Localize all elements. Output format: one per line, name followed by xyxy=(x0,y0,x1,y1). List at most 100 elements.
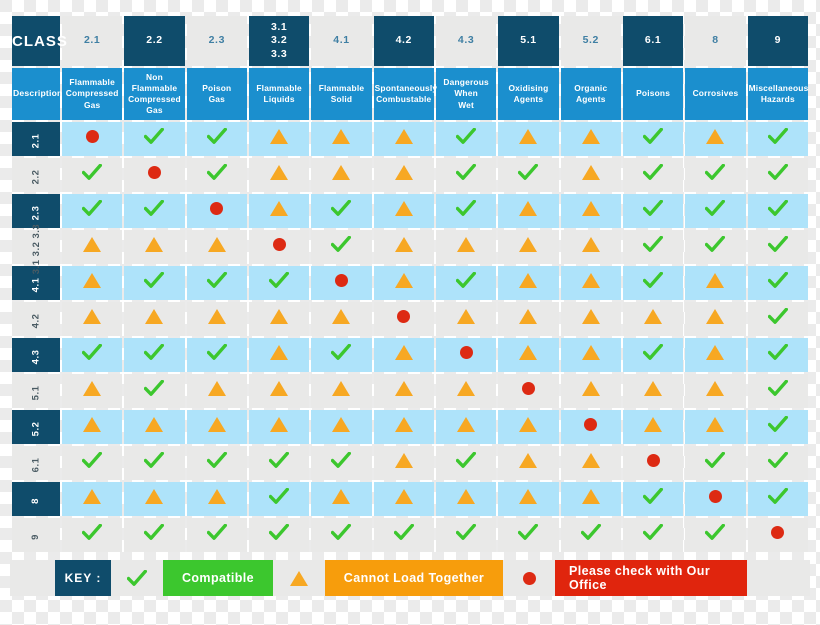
row-label-text: 2.2 xyxy=(30,169,42,185)
matrix-cell xyxy=(311,194,372,228)
description-header-cell: Description xyxy=(12,68,62,120)
check-icon xyxy=(767,344,788,361)
triangle-icon xyxy=(581,201,600,216)
check-icon xyxy=(456,452,477,469)
check-icon xyxy=(206,524,227,541)
triangle-icon xyxy=(270,381,289,396)
matrix-cell xyxy=(435,158,497,192)
check-icon xyxy=(144,272,165,289)
triangle-icon xyxy=(644,417,663,432)
matrix-cell xyxy=(373,518,434,552)
triangle-icon xyxy=(270,165,289,180)
check-icon xyxy=(144,128,165,145)
table-row: 9 xyxy=(12,518,808,552)
check-icon xyxy=(82,164,103,181)
matrix-cell xyxy=(62,266,123,300)
matrix-cell xyxy=(62,482,123,516)
triangle-icon xyxy=(706,417,725,432)
triangle-icon xyxy=(394,417,413,432)
description-header-10: Corrosives xyxy=(685,68,746,120)
matrix-cell xyxy=(435,518,497,552)
check-icon xyxy=(767,488,788,505)
matrix-cell xyxy=(685,302,746,336)
matrix-cell xyxy=(560,302,621,336)
matrix-cell xyxy=(498,302,559,336)
triangle-icon xyxy=(83,237,102,252)
triangle-icon xyxy=(83,417,102,432)
table-row: 4.3 xyxy=(12,338,808,372)
matrix-cell xyxy=(124,194,185,228)
triangle-icon xyxy=(332,417,351,432)
matrix-cell xyxy=(186,374,247,408)
matrix-cell xyxy=(747,158,808,192)
matrix-cell xyxy=(373,374,434,408)
matrix-cell xyxy=(62,374,123,408)
check-icon xyxy=(456,524,477,541)
matrix-cell xyxy=(62,446,123,480)
triangle-icon xyxy=(519,345,538,360)
triangle-icon xyxy=(457,309,476,324)
matrix-cell xyxy=(747,446,808,480)
matrix-cell xyxy=(186,302,247,336)
check-icon xyxy=(206,272,227,289)
row-label-5.2: 5.2 xyxy=(12,410,60,444)
description-header-7: Oxidising Agents xyxy=(498,68,559,120)
matrix-cell xyxy=(685,266,746,300)
row-label-5.1: 5.1 xyxy=(12,374,60,408)
circle-icon xyxy=(210,202,224,215)
triangle-icon xyxy=(332,381,351,396)
triangle-icon xyxy=(644,309,663,324)
matrix-cell xyxy=(124,122,185,156)
key-label-2: Please check with Our Office xyxy=(555,560,747,596)
matrix-cell xyxy=(498,230,559,264)
row-label-text: 5.2 xyxy=(30,421,42,437)
matrix-cell xyxy=(435,266,497,300)
matrix-cell xyxy=(62,158,123,192)
triangle-icon xyxy=(706,273,725,288)
description-header-8: Organic Agents xyxy=(560,68,621,120)
circle-icon xyxy=(85,130,99,143)
matrix-cell xyxy=(124,158,185,192)
triangle-icon xyxy=(519,273,538,288)
matrix-cell xyxy=(747,338,808,372)
check-icon xyxy=(206,128,227,145)
table-row: 2.1 xyxy=(12,122,808,156)
triangle-icon xyxy=(145,309,164,324)
table-row: 4.1 xyxy=(12,266,808,300)
triangle-icon xyxy=(706,345,725,360)
key-label-1: Cannot Load Together xyxy=(325,560,503,596)
check-icon xyxy=(705,164,726,181)
triangle-icon xyxy=(270,201,289,216)
row-label-text: 5.1 xyxy=(30,385,42,401)
matrix-cell xyxy=(685,518,746,552)
matrix-cell xyxy=(685,194,746,228)
check-icon xyxy=(82,524,103,541)
check-icon xyxy=(456,164,477,181)
matrix-cell xyxy=(124,482,185,516)
triangle-icon xyxy=(581,381,600,396)
class-header-4.1: 4.1 xyxy=(311,16,372,66)
matrix-cell xyxy=(622,518,684,552)
triangle-icon xyxy=(332,129,351,144)
row-label-2.2: 2.2 xyxy=(12,158,60,192)
triangle-icon xyxy=(581,129,600,144)
matrix-cell xyxy=(435,302,497,336)
check-icon xyxy=(456,272,477,289)
description-header-4: Flammable Solid xyxy=(311,68,372,120)
class-header-3.1-3.2-3.3: 3.1 3.2 3.3 xyxy=(248,16,310,66)
circle-icon xyxy=(584,418,598,431)
check-icon xyxy=(82,452,103,469)
matrix-cell xyxy=(248,122,310,156)
check-icon xyxy=(144,380,165,397)
matrix-cell xyxy=(311,122,372,156)
class-header-cell: CLASS xyxy=(12,16,67,66)
matrix-cell xyxy=(560,374,621,408)
check-icon xyxy=(269,452,290,469)
triangle-icon xyxy=(207,381,226,396)
matrix-cell xyxy=(498,194,559,228)
row-label-text: 6.1 xyxy=(30,457,42,473)
matrix-cell xyxy=(248,338,310,372)
matrix-cell xyxy=(685,446,746,480)
check-icon xyxy=(767,128,788,145)
triangle-icon xyxy=(145,237,164,252)
